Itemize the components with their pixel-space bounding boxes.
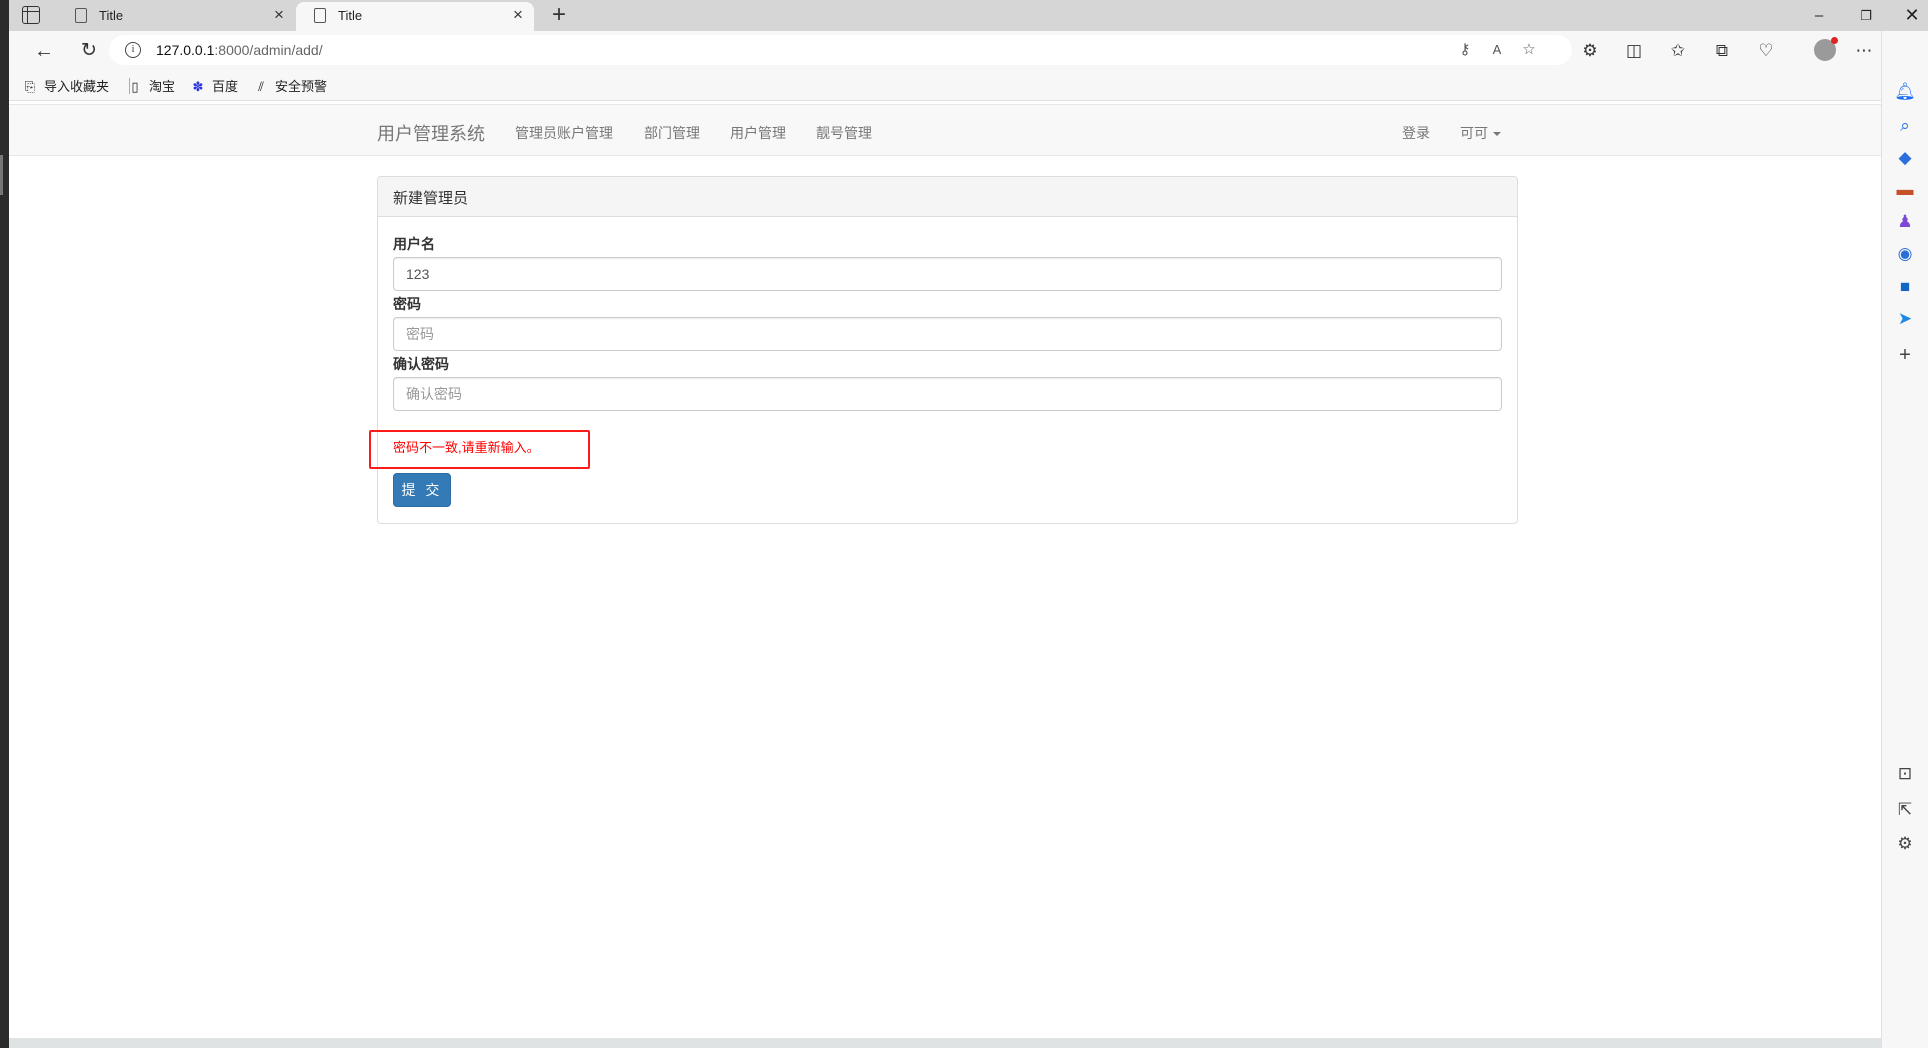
browser-tab-active[interactable]: Title × <box>296 2 534 31</box>
url-text[interactable]: 127.0.0.1:8000/admin/add/ <box>156 42 323 58</box>
key-icon[interactable]: ⚷ <box>1454 39 1476 61</box>
extensions-icon[interactable]: ⚙ <box>1575 36 1605 66</box>
open-external-icon[interactable]: ⇱ <box>1892 797 1918 823</box>
games-icon[interactable]: ♟ <box>1892 209 1918 235</box>
favorite-star-icon[interactable]: ☆ <box>1518 39 1540 61</box>
read-aloud-icon[interactable]: A <box>1486 39 1508 61</box>
site-brand[interactable]: 用户管理系统 <box>377 120 485 146</box>
bookmark-label: 淘宝 <box>149 79 176 94</box>
baidu-paw-icon: ✽ <box>192 79 204 94</box>
new-tab-button[interactable]: + <box>546 3 572 29</box>
bookmark-taobao[interactable]: ▯ 淘宝 <box>127 76 175 95</box>
url-path: :8000/admin/add/ <box>214 42 323 58</box>
password-input[interactable] <box>393 317 1502 351</box>
nav-login[interactable]: 登录 <box>1402 123 1430 143</box>
nav-user-dropdown[interactable]: 可可 <box>1460 123 1501 143</box>
shopping-tag-icon[interactable]: ◆ <box>1892 145 1918 171</box>
tab-title: Title <box>99 8 124 23</box>
screenshot-icon[interactable]: ⊡ <box>1892 761 1918 787</box>
page-icon <box>314 8 326 23</box>
outlook-icon[interactable]: ■ <box>1892 274 1918 300</box>
url-host: 127.0.0.1 <box>156 42 215 58</box>
drop-send-icon[interactable]: ➤ <box>1892 306 1918 332</box>
bookmark-label: 安全预警 <box>275 79 328 94</box>
nav-pretty-numbers[interactable]: 靓号管理 <box>816 123 872 143</box>
bookmark-import-favorites[interactable]: ⎘ 导入收藏夹 <box>22 76 109 95</box>
profile-avatar[interactable] <box>1814 37 1838 61</box>
back-arrow-icon[interactable]: ← <box>29 36 59 66</box>
browser-sidebar: 🔔︎ ⌕ ◆ ▬ ♟ ◉ ■ ➤ + ⊡ ⇱ ⚙ <box>1881 31 1928 1048</box>
browser-tab-bar: Title × Title × + – ❐ ✕ <box>9 0 1928 31</box>
bottom-scroll-area <box>9 1038 1881 1048</box>
password-label: 密码 <box>393 296 421 312</box>
reload-icon[interactable]: ↻ <box>74 36 104 66</box>
split-screen-icon[interactable]: ◫ <box>1619 36 1649 66</box>
page-icon <box>75 8 87 23</box>
nav-departments[interactable]: 部门管理 <box>644 123 700 143</box>
username-label: 用户名 <box>393 236 435 252</box>
more-options-icon[interactable]: ⋯ <box>1849 36 1879 66</box>
favorites-icon[interactable]: ✩ <box>1663 36 1693 66</box>
close-tab-icon[interactable]: × <box>508 5 528 25</box>
browser-essentials-icon[interactable]: ♡ <box>1751 36 1781 66</box>
panel-title: 新建管理员 <box>378 177 1517 217</box>
close-tab-icon[interactable]: × <box>269 5 289 25</box>
submit-button[interactable]: 提 交 <box>393 473 451 507</box>
tab-actions-icon[interactable] <box>22 6 40 24</box>
import-favorites-icon: ⎘ <box>24 79 36 94</box>
nav-users[interactable]: 用户管理 <box>730 123 786 143</box>
bookmark-baidu[interactable]: ✽ 百度 <box>190 76 238 95</box>
sidebar-settings-icon[interactable]: ⚙ <box>1892 831 1918 857</box>
collections-icon[interactable]: ⧉ <box>1707 36 1737 66</box>
tools-briefcase-icon[interactable]: ▬ <box>1892 177 1918 203</box>
site-info-icon[interactable]: i <box>125 42 141 58</box>
confirm-password-input[interactable] <box>393 377 1502 411</box>
nav-admin-accounts[interactable]: 管理员账户管理 <box>515 123 613 143</box>
username-input[interactable] <box>393 257 1502 291</box>
desktop-edge <box>0 0 9 1048</box>
restore-button[interactable]: ❐ <box>1843 0 1889 31</box>
new-admin-panel: 新建管理员 用户名 密码 确认密码 密码不一致,请重新输入。 提 交 <box>369 176 1518 524</box>
add-sidebar-app-icon[interactable]: + <box>1892 342 1918 368</box>
security-alert-icon: ⫽ <box>258 79 264 94</box>
browser-toolbar: ← ↻ i 127.0.0.1:8000/admin/add/ ⚷ A ☆ ⚙ … <box>9 31 1881 69</box>
confirm-password-label: 确认密码 <box>393 356 449 372</box>
bookmarks-bar: ⎘ 导入收藏夹 ▯ 淘宝 ✽ 百度 ⫽ 安全预警 <box>9 69 1881 101</box>
search-icon[interactable]: ⌕ <box>1892 113 1918 139</box>
caret-down-icon <box>1493 132 1501 137</box>
close-window-button[interactable]: ✕ <box>1889 0 1928 31</box>
address-bar[interactable]: i 127.0.0.1:8000/admin/add/ ⚷ A ☆ <box>109 35 1572 65</box>
notification-bell-icon[interactable]: 🔔︎ <box>1892 79 1918 105</box>
site-navbar: 用户管理系统 管理员账户管理 部门管理 用户管理 靓号管理 登录 可可 <box>9 104 1881 156</box>
user-menu-label: 可可 <box>1460 125 1488 141</box>
bookmark-security-alert[interactable]: ⫽ 安全预警 <box>253 76 327 95</box>
browser-tab-inactive[interactable]: Title × <box>57 0 295 31</box>
tab-title: Title <box>338 8 363 23</box>
microsoft-365-icon[interactable]: ◉ <box>1892 241 1918 267</box>
page-icon: ▯ <box>131 79 139 94</box>
bookmark-label: 百度 <box>212 79 239 94</box>
password-mismatch-error: 密码不一致,请重新输入。 <box>393 440 540 455</box>
bookmark-label: 导入收藏夹 <box>44 79 110 94</box>
minimize-button[interactable]: – <box>1796 0 1842 31</box>
page-viewport: 用户管理系统 管理员账户管理 部门管理 用户管理 靓号管理 登录 可可 新建管理… <box>9 102 1881 1038</box>
